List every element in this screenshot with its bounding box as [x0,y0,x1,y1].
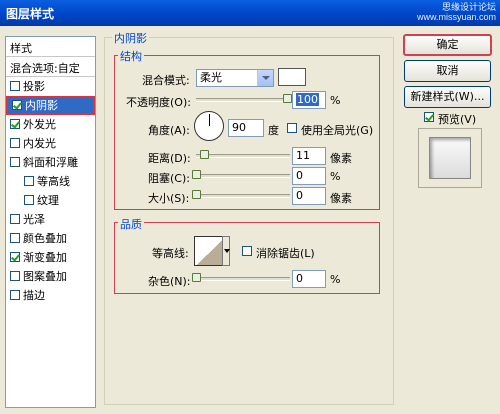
sidebar-item[interactable]: 描边 [6,286,95,305]
style-checkbox[interactable] [12,100,22,110]
opacity-value: 100 [296,93,319,106]
opacity-label: 不透明度(O): [126,96,191,109]
style-checkbox[interactable] [10,214,20,224]
style-list-header: 样式 [6,37,95,57]
antialias-checkbox[interactable] [242,246,252,256]
sidebar-item-label: 外发光 [23,118,56,131]
title-bar[interactable]: 图层样式 思缘设计论坛 www.missyuan.com [0,0,500,26]
style-checkbox[interactable] [10,119,20,129]
sidebar-item[interactable]: 外发光 [6,115,95,134]
sidebar-item-label: 内发光 [23,137,56,150]
sidebar-item[interactable]: 投影 [6,77,95,96]
style-checkbox[interactable] [10,252,20,262]
sidebar-item-label: 斜面和浮雕 [23,156,78,169]
blend-options-item[interactable]: 混合选项:自定 [6,57,95,77]
angle-input[interactable]: 90 [228,119,264,137]
sidebar-item-label: 内阴影 [25,99,58,112]
blend-mode-select[interactable]: 柔光 [196,69,274,87]
sidebar-item[interactable]: 图案叠加 [6,267,95,286]
preview-checkbox[interactable] [424,112,434,122]
new-style-button[interactable]: 新建样式(W)... [404,86,491,108]
distance-label: 距离(D): [148,152,191,165]
opacity-slider-thumb[interactable] [283,94,292,103]
distance-slider-thumb[interactable] [200,150,209,159]
distance-value: 11 [296,149,310,162]
size-label: 大小(S): [148,192,190,205]
choke-input[interactable]: 0 [292,167,326,185]
opacity-unit: % [330,94,341,107]
opacity-slider-track[interactable] [196,98,290,102]
sidebar-item-label: 纹理 [37,194,59,207]
sidebar-item-label: 颜色叠加 [23,232,67,245]
watermark: 思缘设计论坛 www.missyuan.com [417,2,496,22]
style-preview-swatch [429,137,471,179]
sidebar-item[interactable]: 斜面和浮雕 [6,153,95,172]
distance-input[interactable]: 11 [292,147,326,165]
ok-button[interactable]: 确定 [403,34,492,56]
choke-label: 阻塞(C): [148,172,190,185]
choke-slider-track[interactable] [196,174,290,178]
style-checkbox[interactable] [10,271,20,281]
style-checkbox[interactable] [24,176,34,186]
style-checkbox[interactable] [10,157,20,167]
preview-label: 预览(V) [438,113,477,126]
noise-slider-thumb[interactable] [192,273,201,282]
opacity-input[interactable]: 100 [292,91,326,109]
size-slider-track[interactable] [196,194,290,198]
contour-dropdown-icon[interactable] [222,236,230,266]
size-unit: 像素 [330,192,352,205]
inner-shadow-title: 内阴影 [112,30,149,46]
style-list: 样式 混合选项:自定 投影内阴影外发光内发光斜面和浮雕等高线纹理光泽颜色叠加渐变… [5,36,96,408]
style-checkbox[interactable] [24,195,34,205]
sidebar-item-label: 渐变叠加 [23,251,67,264]
style-checkbox[interactable] [10,233,20,243]
sidebar-item-label: 等高线 [37,175,70,188]
size-input[interactable]: 0 [292,187,326,205]
quality-legend: 品质 [118,216,144,232]
blend-mode-label: 混合模式: [142,74,190,87]
sidebar-item[interactable]: 纹理 [6,191,95,210]
sidebar-item[interactable]: 渐变叠加 [6,248,95,267]
choke-value: 0 [296,169,303,182]
sidebar-item-label: 描边 [23,289,45,302]
size-slider-thumb[interactable] [192,190,201,199]
global-light-label: 使用全局光(G) [301,124,374,137]
size-value: 0 [296,189,303,202]
style-checkbox[interactable] [10,290,20,300]
antialias-label: 消除锯齿(L) [256,247,315,260]
sidebar-item[interactable]: 光泽 [6,210,95,229]
choke-slider-thumb[interactable] [192,170,201,179]
blend-mode-value: 柔光 [200,71,222,84]
shadow-color-swatch[interactable] [278,68,306,86]
noise-unit: % [330,273,341,286]
contour-label: 等高线: [152,247,189,260]
noise-label: 杂色(N): [148,275,191,288]
angle-dial[interactable] [194,111,224,141]
structure-legend: 结构 [118,48,144,64]
global-light-checkbox[interactable] [287,123,297,133]
sidebar-item[interactable]: 内发光 [6,134,95,153]
sidebar-item[interactable]: 等高线 [6,172,95,191]
noise-slider-track[interactable] [196,277,290,281]
cancel-button[interactable]: 取消 [404,60,491,82]
angle-value: 90 [232,121,246,134]
sidebar-item[interactable]: 内阴影 [6,96,95,115]
window-title: 图层样式 [6,7,55,21]
noise-value: 0 [296,272,303,285]
watermark-line1: 思缘设计论坛 [441,2,496,12]
style-checkbox[interactable] [10,81,20,91]
noise-input[interactable]: 0 [292,270,326,288]
angle-label: 角度(A): [148,124,190,137]
sidebar-item-label: 投影 [23,80,45,93]
sidebar-item-label: 光泽 [23,213,45,226]
sidebar-item-label: 图案叠加 [23,270,67,283]
choke-unit: % [330,170,341,183]
chevron-down-icon [257,70,273,86]
distance-unit: 像素 [330,152,352,165]
distance-slider-track[interactable] [196,154,290,158]
watermark-line2: www.missyuan.com [416,12,496,22]
style-checkbox[interactable] [10,138,20,148]
angle-unit: 度 [268,124,279,137]
sidebar-item[interactable]: 颜色叠加 [6,229,95,248]
